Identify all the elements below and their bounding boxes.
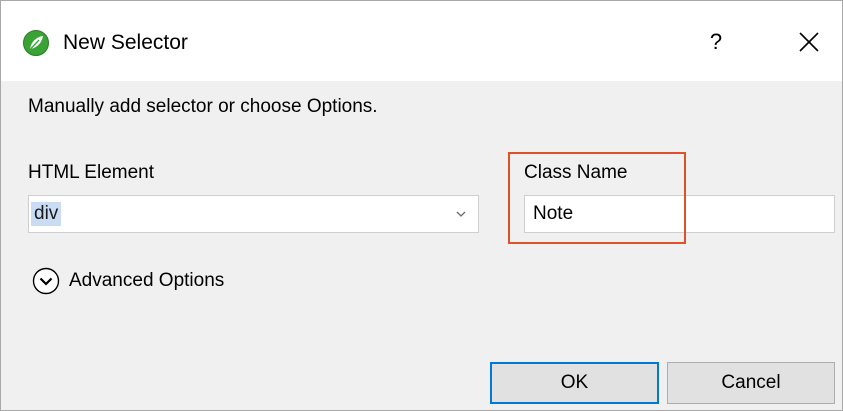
close-icon — [799, 32, 819, 52]
title-bar: New Selector ? — [1, 1, 842, 81]
advanced-options-label: Advanced Options — [69, 270, 225, 291]
ok-button[interactable]: OK — [490, 362, 659, 404]
circle-chevron-down-icon — [32, 267, 60, 295]
html-element-label: HTML Element — [28, 162, 154, 183]
leaf-icon — [23, 30, 49, 56]
html-element-value: div — [31, 202, 62, 226]
class-name-input[interactable] — [524, 195, 835, 233]
html-element-select[interactable]: div — [28, 195, 479, 233]
window-title: New Selector — [63, 31, 188, 54]
cancel-button[interactable]: Cancel — [667, 362, 835, 404]
new-selector-dialog: New Selector ? Manually add selector or … — [0, 0, 843, 411]
help-button[interactable]: ? — [702, 25, 730, 59]
class-name-label: Class Name — [524, 162, 628, 183]
close-button[interactable] — [794, 27, 824, 57]
instruction-text: Manually add selector or choose Options. — [28, 96, 378, 117]
chevron-down-icon — [456, 211, 466, 217]
